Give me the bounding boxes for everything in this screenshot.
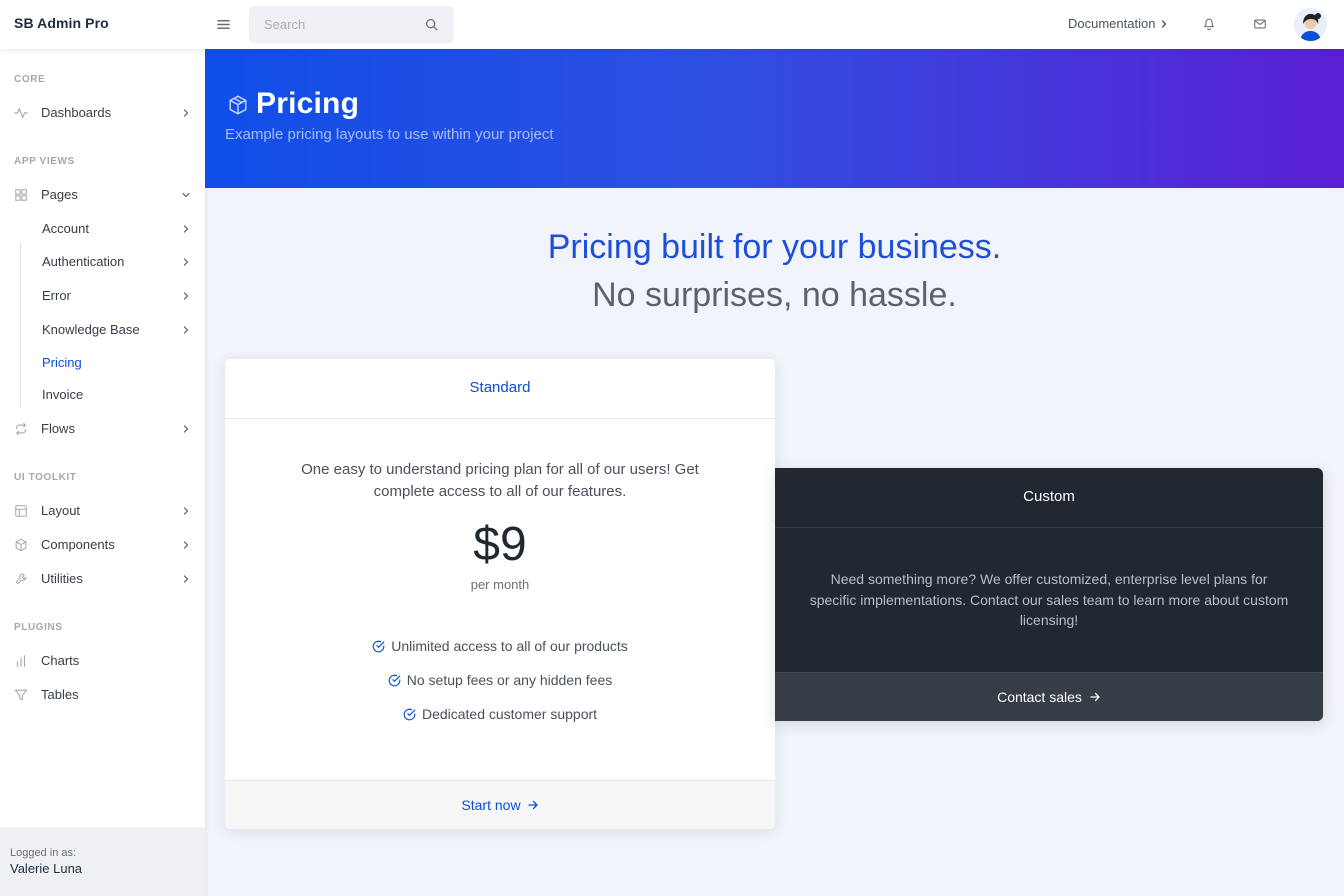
chevron-right-icon [183,109,189,117]
arrow-right-icon [527,800,538,810]
topbar: SB Admin Pro Documentation [0,0,1344,49]
feature-item: Unlimited access to all of our products [225,635,775,657]
sidebar-heading-core: CORE [14,74,46,85]
sidebar-item-tables[interactable]: Tables [0,680,205,710]
sidebar-item-components[interactable]: Components [0,530,205,560]
custom-pricing-card: Custom Need something more? We offer cus… [775,468,1323,721]
repeat-icon [16,422,26,436]
pricing-headline: Pricing built for your business. [547,228,1002,266]
start-now-button[interactable]: Start now [225,780,775,829]
layout-icon [15,505,27,517]
sidebar-item-layout[interactable]: Layout [0,496,205,526]
page-subtitle: Example pricing layouts to use within yo… [225,126,554,143]
brand-name[interactable]: SB Admin Pro [14,15,109,31]
card-header: Custom [775,468,1323,528]
feature-text: Unlimited access to all of our products [391,638,628,654]
sidebar-heading-app-views: APP VIEWS [14,156,75,167]
sidebar-item-utilities[interactable]: Utilities [0,564,205,594]
bell-icon[interactable] [1202,17,1216,31]
feature-text: No setup fees or any hidden fees [406,672,613,688]
chevron-right-icon [183,425,189,433]
search-icon[interactable] [425,18,438,31]
filter-icon [14,689,28,701]
sidebar-heading-ui-toolkit: UI TOOLKIT [14,472,77,483]
sidebar-footer: Logged in as: Valerie Luna [0,827,205,896]
arrow-right-icon [1090,692,1100,702]
chevron-right-icon [183,225,189,233]
sidebar-heading-plugins: PLUGINS [14,622,63,633]
standard-pricing-card: Standard One easy to understand pricing … [225,359,775,829]
sidebar-item-label: Tables [41,687,79,702]
plan-period: per month [470,577,530,592]
sidebar-subitem-label: Error [42,288,71,303]
feature-item: Dedicated customer support [225,703,775,725]
contact-sales-label: Contact sales [997,689,1082,705]
sidebar-subitem-label: Pricing [42,355,82,370]
documentation-link[interactable]: Documentation [1068,16,1169,31]
sidebar-subitem-account[interactable]: Account [0,214,205,244]
card-header: Standard [225,359,775,419]
chevron-right-icon [183,326,189,334]
sidebar-item-charts[interactable]: Charts [0,646,205,676]
chevron-right-icon [183,292,189,300]
sidebar-subitem-label: Account [42,221,89,236]
chevron-right-icon [1162,19,1167,28]
plan-description: One easy to understand pricing plan for … [301,461,699,500]
avatar-illustration [1294,8,1327,41]
chevron-right-icon [183,541,189,549]
sidebar-subitem-label: Knowledge Base [42,322,140,337]
plan-title: Standard [469,379,531,396]
bar-chart-icon [16,655,26,667]
documentation-label: Documentation [1068,16,1156,31]
sidebar-subitem-knowledge-base[interactable]: Knowledge Base [0,315,205,345]
search-box [249,6,454,43]
page-title: Pricing [256,87,360,120]
sidebar-item-label: Dashboards [41,105,112,120]
chevron-right-icon [183,507,189,515]
feature-text: Dedicated customer support [421,706,598,722]
sidebar-item-label: Charts [41,653,80,668]
start-now-label: Start now [461,797,521,813]
logged-in-label: Logged in as: [10,847,77,859]
logged-in-user: Valerie Luna [10,861,83,876]
activity-icon [14,108,28,118]
check-circle-icon [403,708,416,720]
package-icon [229,95,247,115]
sidebar-item-label: Utilities [41,571,83,586]
sidebar-subitem-label: Invoice [42,387,84,402]
sidebar-item-label: Layout [41,503,81,518]
plan-price: $9 [473,518,527,571]
package-icon [15,538,27,552]
wrench-icon [15,573,27,585]
sidebar-subitem-label: Authentication [42,254,125,269]
sidebar-item-flows[interactable]: Flows [0,414,205,444]
grid-icon [15,189,27,201]
sidebar-subitem-authentication[interactable]: Authentication [0,247,205,277]
sidebar-subitem-invoice[interactable]: Invoice [0,380,205,410]
mail-icon[interactable] [1253,17,1267,31]
sidebar-subitem-pricing[interactable]: Pricing [0,348,205,378]
user-avatar[interactable] [1294,8,1327,41]
sidebar-item-dashboards[interactable]: Dashboards [0,98,205,128]
check-circle-icon [388,674,401,686]
sidebar-item-pages[interactable]: Pages [0,180,205,210]
chevron-right-icon [183,575,189,583]
chevron-down-icon [182,192,190,198]
feature-item: No setup fees or any hidden fees [225,669,775,691]
sidebar-item-label: Pages [41,187,78,202]
sidebar-subitem-error[interactable]: Error [0,281,205,311]
page-header: Pricing Example pricing layouts to use w… [205,49,1344,188]
menu-icon[interactable] [216,17,231,32]
check-circle-icon [372,640,385,652]
search-input[interactable] [249,6,419,43]
sidebar-item-label: Flows [41,421,75,436]
chevron-right-icon [183,258,189,266]
sidebar: CORE Dashboards APP VIEWS Pages Account … [0,49,205,896]
contact-sales-button[interactable]: Contact sales [775,672,1323,721]
pricing-subheadline: No surprises, no hassle. [592,276,957,314]
plan-title: Custom [1023,488,1075,505]
sidebar-item-label: Components [41,537,115,552]
plan-description: Need something more? We offer customized… [809,571,1289,628]
